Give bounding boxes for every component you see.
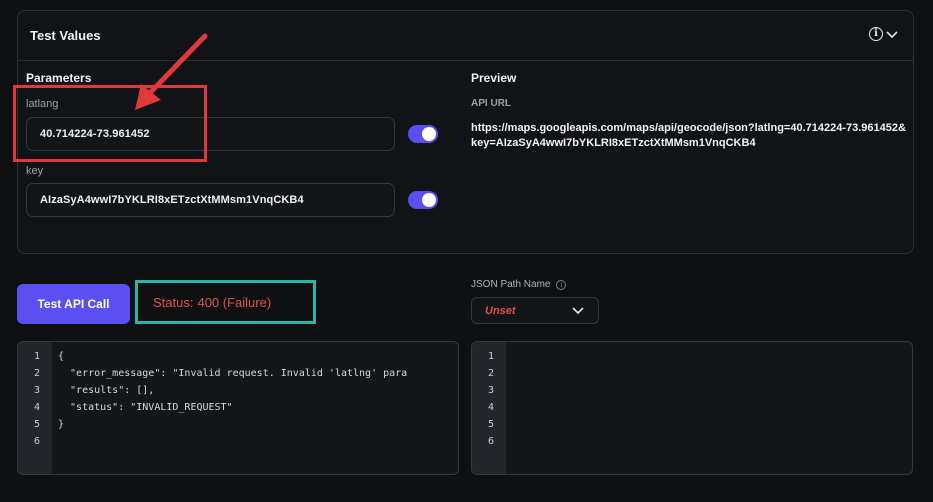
line-number: 1 <box>33 351 40 362</box>
line-number: 3 <box>487 385 494 396</box>
line-number: 1 <box>487 351 494 362</box>
json-path-editor[interactable]: 1 2 3 4 5 6 <box>471 341 913 475</box>
panel-header[interactable]: Test Values i <box>18 11 913 61</box>
api-url-value: https://maps.googleapis.com/maps/api/geo… <box>471 122 906 149</box>
preview-heading: Preview <box>471 71 517 85</box>
line-number: 3 <box>33 385 40 396</box>
status-value: 400 (Failure) <box>197 295 272 310</box>
key-toggle[interactable] <box>408 191 438 209</box>
chevron-down-icon <box>572 307 584 315</box>
line-number: 4 <box>487 402 494 413</box>
status-label: Status: <box>153 295 194 310</box>
info-icon[interactable]: i <box>869 27 883 41</box>
json-path-selected: Unset <box>485 305 516 317</box>
parameters-heading: Parameters <box>26 71 92 85</box>
latlang-input[interactable]: 40.714224-73.961452 <box>26 117 395 151</box>
line-gutter: 1 2 3 4 5 6 <box>472 342 506 474</box>
json-path-label: JSON Path Name <box>471 279 551 290</box>
key-input[interactable]: AIzaSyA4wwI7bYKLRI8xETzctXtMMsm1VnqCKB4 <box>26 183 395 217</box>
line-number: 6 <box>487 436 494 447</box>
line-number: 4 <box>33 402 40 413</box>
api-url-label: API URL <box>471 98 511 109</box>
code-line: { <box>58 351 65 362</box>
latlang-label: latlang <box>26 98 59 110</box>
line-number: 5 <box>33 419 40 430</box>
line-number: 2 <box>33 368 40 379</box>
json-path-label-row: JSON Path Name i <box>471 279 567 290</box>
json-path-select[interactable]: Unset <box>471 297 599 324</box>
info-icon[interactable]: i <box>556 279 567 290</box>
header-icons: i <box>869 27 899 41</box>
status-text: Status: 400 (Failure) <box>153 295 271 310</box>
chevron-down-icon[interactable] <box>885 27 899 41</box>
response-editor[interactable]: 1 2 3 4 5 6 { "error_message": "Invalid … <box>17 341 459 475</box>
line-number: 2 <box>487 368 494 379</box>
latlang-toggle[interactable] <box>408 125 438 143</box>
test-api-call-button[interactable]: Test API Call <box>17 284 130 324</box>
code-line: "status": "INVALID_REQUEST" <box>58 402 233 413</box>
code-line: "results": [], <box>58 385 155 396</box>
code-line: } <box>58 419 65 430</box>
line-gutter: 1 2 3 4 5 6 <box>18 342 52 474</box>
line-number: 5 <box>487 419 494 430</box>
line-number: 6 <box>33 436 40 447</box>
key-label: key <box>26 165 44 177</box>
panel-title: Test Values <box>30 28 101 43</box>
code-line: "error_message": "Invalid request. Inval… <box>58 368 408 379</box>
